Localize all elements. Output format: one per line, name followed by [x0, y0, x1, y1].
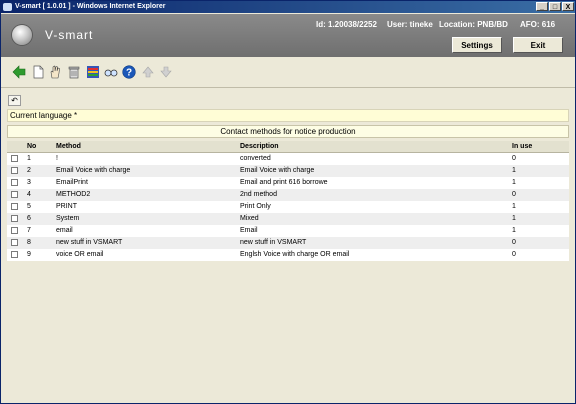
row-in-use: 0	[512, 239, 516, 246]
vsmart-logo-icon	[12, 25, 32, 45]
row-method: new stuff in VSMART	[56, 239, 123, 246]
table-row[interactable]: 6 System Mixed 1	[7, 213, 569, 225]
ie-app-icon	[3, 3, 12, 11]
row-method: EmailPrint	[56, 179, 88, 186]
browser-window: V-smart [ 1.0.01 ] - Windows Internet Ex…	[0, 0, 576, 404]
table-row[interactable]: 7 email Email 1	[7, 225, 569, 237]
location-label: Location: PNB/BD	[439, 20, 508, 29]
main-content: ↶ Current language * Contact methods for…	[1, 88, 575, 403]
column-header-description[interactable]: Description	[240, 141, 279, 152]
row-in-use: 1	[512, 215, 516, 222]
row-description: Email and print 616 borrowe	[240, 179, 328, 186]
row-description: Email	[240, 227, 258, 234]
settings-button[interactable]: Settings	[452, 37, 502, 53]
row-description: converted	[240, 155, 271, 162]
table-row[interactable]: 8 new stuff in VSMART new stuff in VSMAR…	[7, 237, 569, 249]
close-window-button[interactable]: X	[562, 2, 574, 11]
row-in-use: 1	[512, 179, 516, 186]
arrow-down-icon[interactable]	[159, 65, 173, 79]
row-checkbox[interactable]	[11, 167, 18, 174]
help-icon[interactable]: ?	[122, 65, 136, 79]
window-title: V-smart [ 1.0.01 ] - Windows Internet Ex…	[15, 3, 166, 10]
delete-trash-icon[interactable]	[67, 65, 81, 79]
table-row[interactable]: 9 voice OR email Englsh Voice with charg…	[7, 249, 569, 261]
row-no: 7	[27, 227, 31, 234]
row-checkbox[interactable]	[11, 203, 18, 210]
row-method: Email Voice with charge	[56, 167, 131, 174]
back-arrow-icon[interactable]	[12, 65, 26, 79]
row-checkbox[interactable]	[11, 191, 18, 198]
options-icon[interactable]	[86, 65, 100, 79]
row-in-use: 0	[512, 191, 516, 198]
row-method: voice OR email	[56, 251, 104, 258]
arrow-up-icon[interactable]	[141, 65, 155, 79]
row-checkbox[interactable]	[11, 239, 18, 246]
table-row[interactable]: 3 EmailPrint Email and print 616 borrowe…	[7, 177, 569, 189]
row-description: Email Voice with charge	[240, 167, 315, 174]
contact-methods-table: No Method Description In use 1 ! convert…	[7, 141, 569, 261]
glasses-view-icon[interactable]	[104, 65, 118, 79]
row-in-use: 0	[512, 251, 516, 258]
minimize-button[interactable]: _	[536, 2, 548, 11]
row-description: 2nd method	[240, 191, 277, 198]
table-row[interactable]: 4 METHOD2 2nd method 0	[7, 189, 569, 201]
row-checkbox[interactable]	[11, 155, 18, 162]
column-header-method[interactable]: Method	[56, 141, 81, 152]
row-no: 5	[27, 203, 31, 210]
row-in-use: 1	[512, 203, 516, 210]
select-hand-icon[interactable]	[48, 65, 62, 79]
maximize-button[interactable]: □	[549, 2, 561, 11]
undo-icon[interactable]: ↶	[8, 95, 21, 106]
table-row[interactable]: 5 PRINT Print Only 1	[7, 201, 569, 213]
table-row[interactable]: 1 ! converted 0	[7, 153, 569, 165]
new-document-icon[interactable]	[31, 65, 45, 79]
row-in-use: 0	[512, 155, 516, 162]
row-no: 1	[27, 155, 31, 162]
user-label: User: tineke	[387, 20, 433, 29]
current-language-bar: Current language *	[7, 109, 569, 122]
row-method: PRINT	[56, 203, 77, 210]
table-header: No Method Description In use	[7, 141, 569, 153]
row-description: Englsh Voice with charge OR email	[240, 251, 350, 258]
window-titlebar: V-smart [ 1.0.01 ] - Windows Internet Ex…	[1, 1, 575, 13]
afo-label: AFO: 616	[520, 20, 556, 29]
row-no: 3	[27, 179, 31, 186]
logo-text: V-smart	[45, 28, 94, 42]
exit-button[interactable]: Exit	[513, 37, 563, 53]
row-method: METHOD2	[56, 191, 91, 198]
row-no: 8	[27, 239, 31, 246]
row-in-use: 1	[512, 167, 516, 174]
column-header-in-use[interactable]: In use	[512, 141, 532, 152]
table-row[interactable]: 2 Email Voice with charge Email Voice wi…	[7, 165, 569, 177]
row-checkbox[interactable]	[11, 227, 18, 234]
toolbar: ?	[1, 58, 575, 88]
row-checkbox[interactable]	[11, 215, 18, 222]
row-no: 4	[27, 191, 31, 198]
row-method: email	[56, 227, 73, 234]
svg-text:?: ?	[126, 68, 132, 79]
session-id: Id: 1.20038/2252	[316, 20, 377, 29]
row-checkbox[interactable]	[11, 251, 18, 258]
row-no: 9	[27, 251, 31, 258]
row-checkbox[interactable]	[11, 179, 18, 186]
row-in-use: 1	[512, 227, 516, 234]
row-description: Mixed	[240, 215, 259, 222]
app-header: V-smart Id: 1.20038/2252 User: tineke Lo…	[1, 14, 575, 57]
row-method: !	[56, 155, 58, 162]
row-description: Print Only	[240, 203, 271, 210]
row-method: System	[56, 215, 80, 222]
column-header-no[interactable]: No	[27, 141, 36, 152]
row-no: 6	[27, 215, 31, 222]
grid-caption: Contact methods for notice production	[7, 125, 569, 138]
row-no: 2	[27, 167, 31, 174]
row-description: new stuff in VSMART	[240, 239, 307, 246]
